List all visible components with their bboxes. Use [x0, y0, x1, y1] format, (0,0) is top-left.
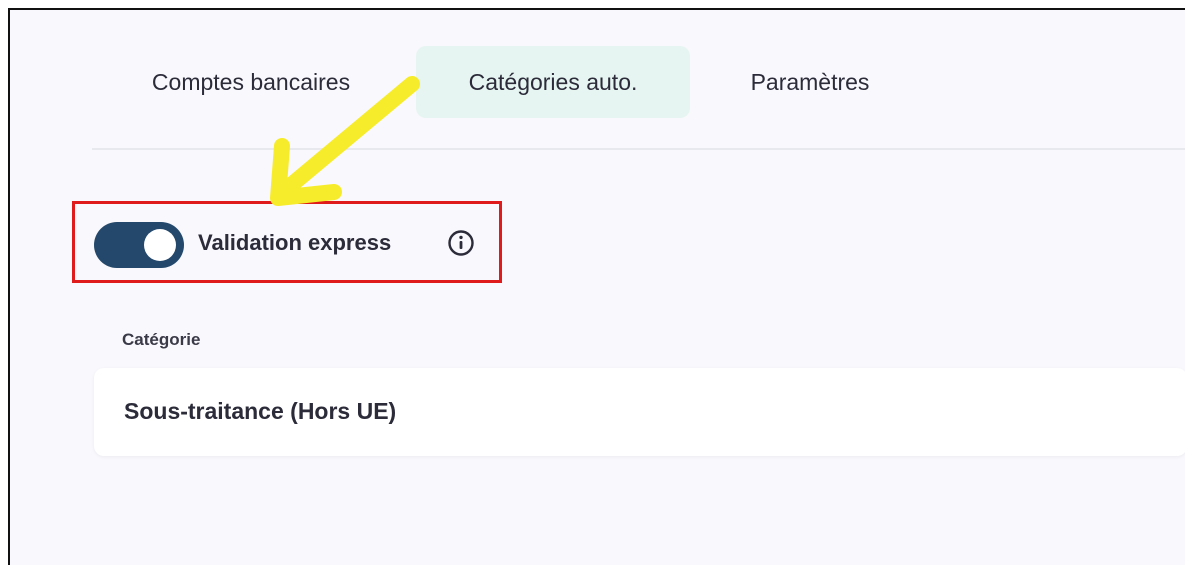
category-value: Sous-traitance (Hors UE): [124, 398, 397, 424]
category-field[interactable]: Sous-traitance (Hors UE): [94, 368, 1185, 456]
toggle-knob: [144, 229, 176, 261]
tab-parametres[interactable]: Paramètres: [710, 46, 910, 118]
annotation-arrow-icon: [270, 76, 420, 206]
tab-categories-auto[interactable]: Catégories auto.: [416, 46, 690, 118]
validation-express-label: Validation express: [198, 230, 392, 255]
validation-express-toggle[interactable]: [94, 222, 184, 268]
info-circle-icon[interactable]: [447, 229, 475, 257]
app-frame: Comptes bancaires Catégories auto. Param…: [8, 8, 1185, 565]
tab-bar: Comptes bancaires Catégories auto. Param…: [10, 10, 1185, 150]
tab-divider: [92, 148, 1185, 150]
category-field-label: Catégorie: [122, 330, 201, 349]
